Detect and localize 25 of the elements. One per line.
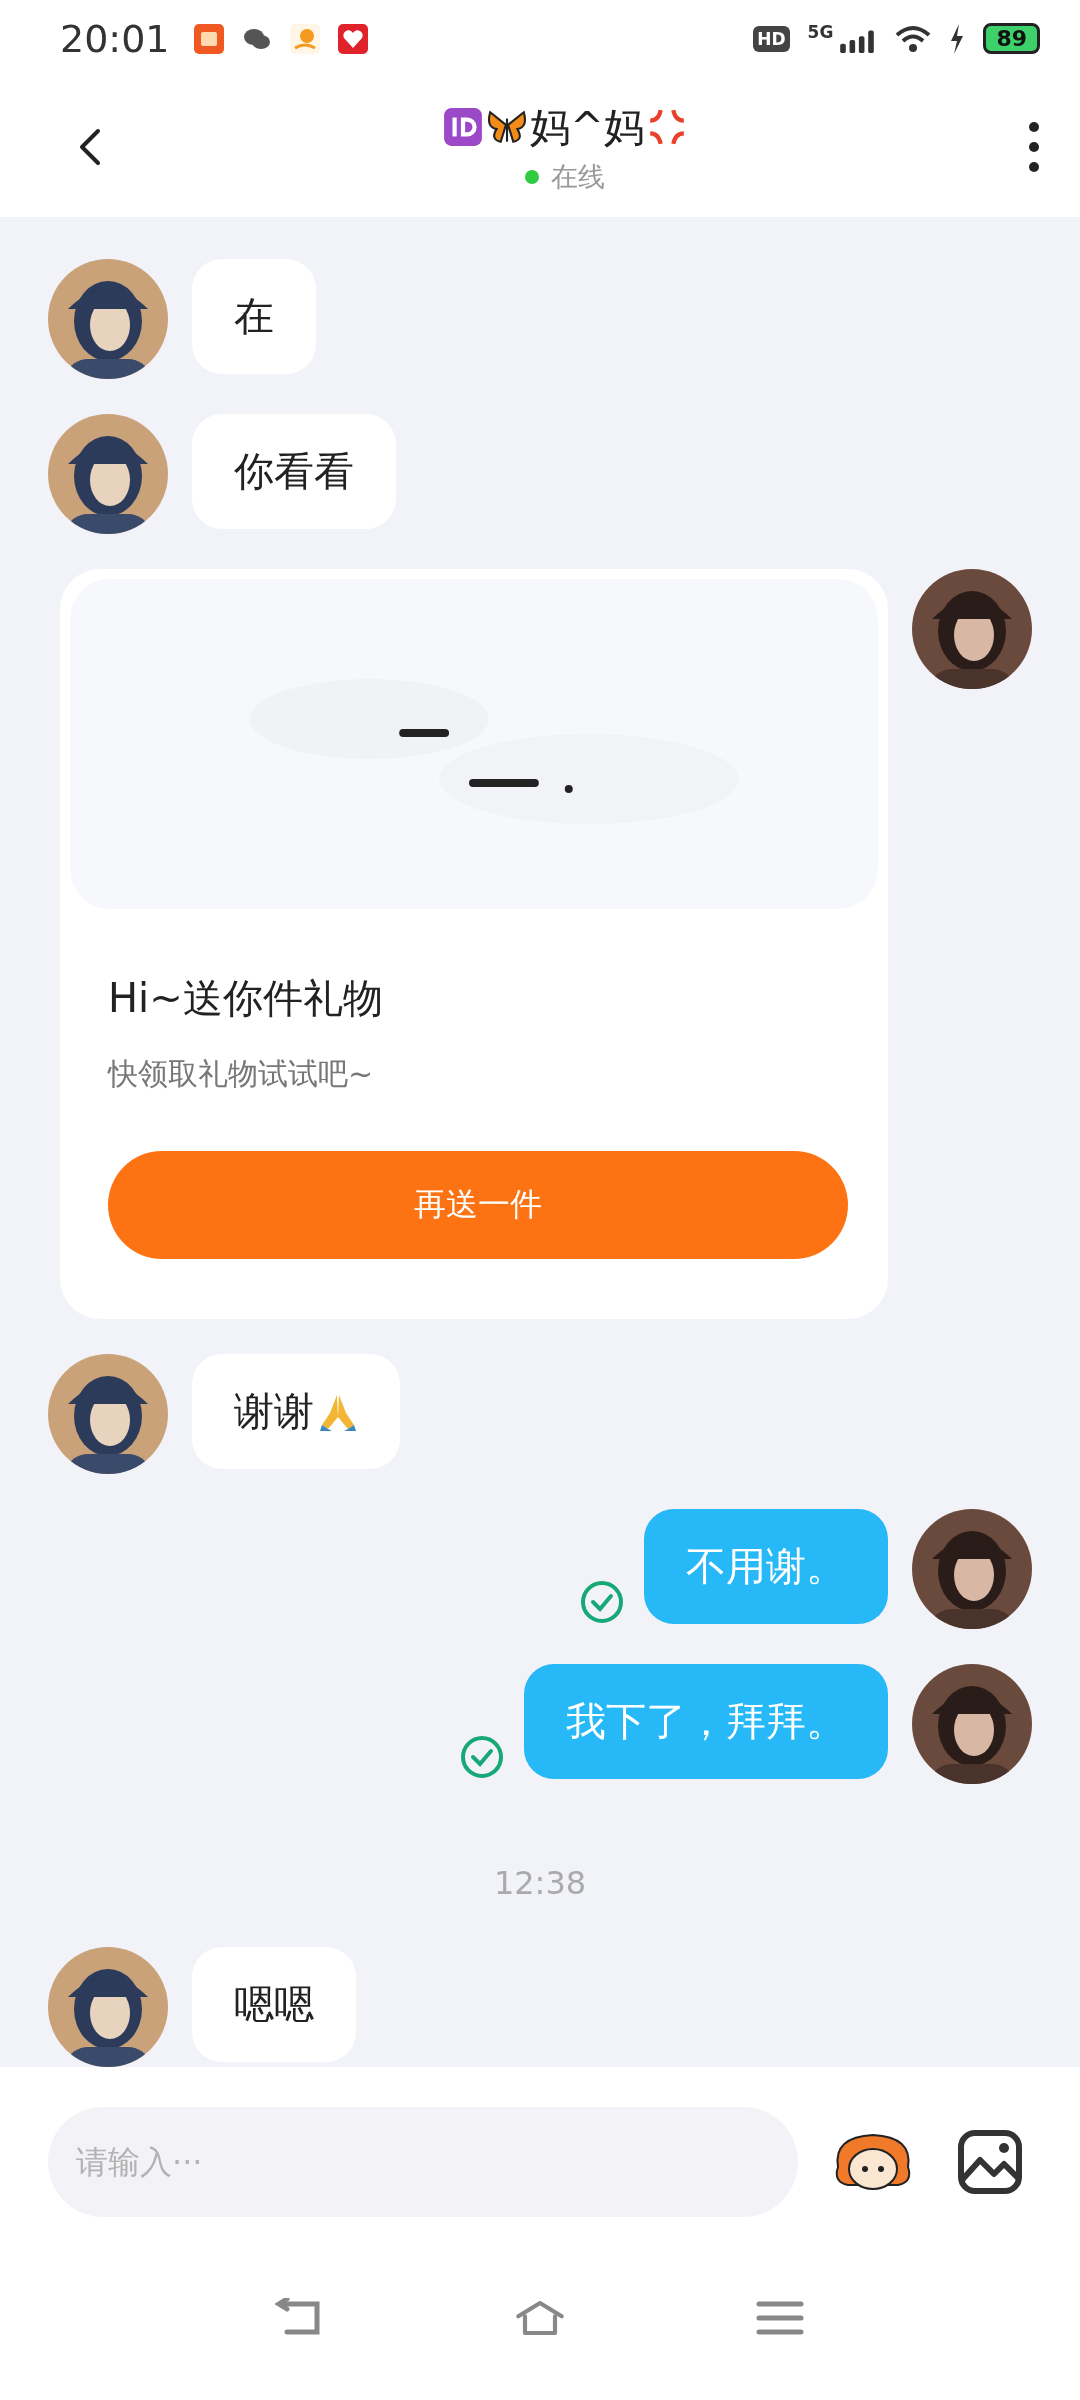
wifi-icon bbox=[895, 24, 932, 53]
message-text: 谢谢 bbox=[234, 1386, 314, 1436]
image-icon[interactable] bbox=[958, 2129, 1022, 2194]
notification-icon bbox=[193, 23, 224, 54]
status-time: 20:01 bbox=[60, 16, 170, 61]
battery-indicator: 89 bbox=[983, 23, 1040, 55]
more-icon[interactable] bbox=[1028, 121, 1040, 174]
contact-name: 妈^妈 bbox=[530, 102, 644, 152]
message-text: 你看看 bbox=[234, 446, 354, 496]
timestamp: 12:38 bbox=[493, 1863, 587, 1902]
message-text: 嗯嗯 bbox=[234, 1979, 314, 2029]
gift-subtitle: 快领取礼物试试吧~ bbox=[108, 1054, 375, 1093]
hd-badge: HD bbox=[753, 25, 790, 52]
send-another-button[interactable]: 再送一件 bbox=[108, 1150, 848, 1259]
gift-title: Hi~送你件礼物 bbox=[108, 973, 384, 1023]
message-text: 在 bbox=[234, 291, 274, 341]
message-input[interactable]: 请输入··· bbox=[48, 2106, 798, 2217]
back-icon[interactable] bbox=[78, 127, 102, 168]
notification-icon bbox=[289, 23, 320, 54]
charging-icon bbox=[949, 23, 966, 54]
network-label: 5G bbox=[807, 22, 834, 42]
presence-status: 在线 bbox=[551, 159, 605, 194]
id-icon bbox=[442, 106, 485, 149]
message-text: 我下了，拜拜。 bbox=[566, 1696, 846, 1746]
message-text: 不用谢。 bbox=[686, 1541, 846, 1591]
